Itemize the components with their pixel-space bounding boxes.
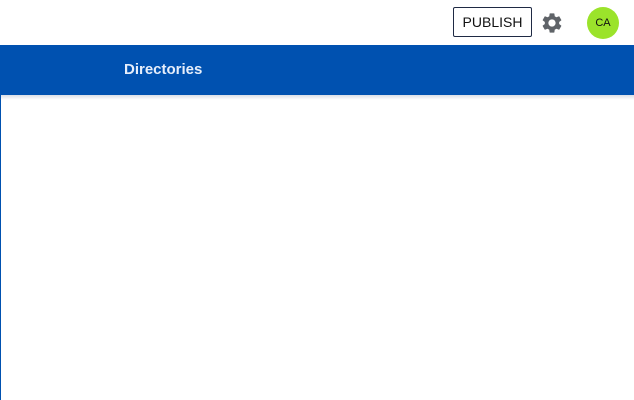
avatar[interactable]: CA [587, 7, 619, 39]
top-bar: PUBLISH CA [0, 0, 634, 45]
main-nav-bar: Directories [0, 45, 634, 95]
main-content-area [0, 95, 634, 400]
gear-icon[interactable] [540, 11, 564, 35]
publish-button[interactable]: PUBLISH [453, 7, 532, 37]
nav-item-directories[interactable]: Directories [124, 61, 202, 78]
